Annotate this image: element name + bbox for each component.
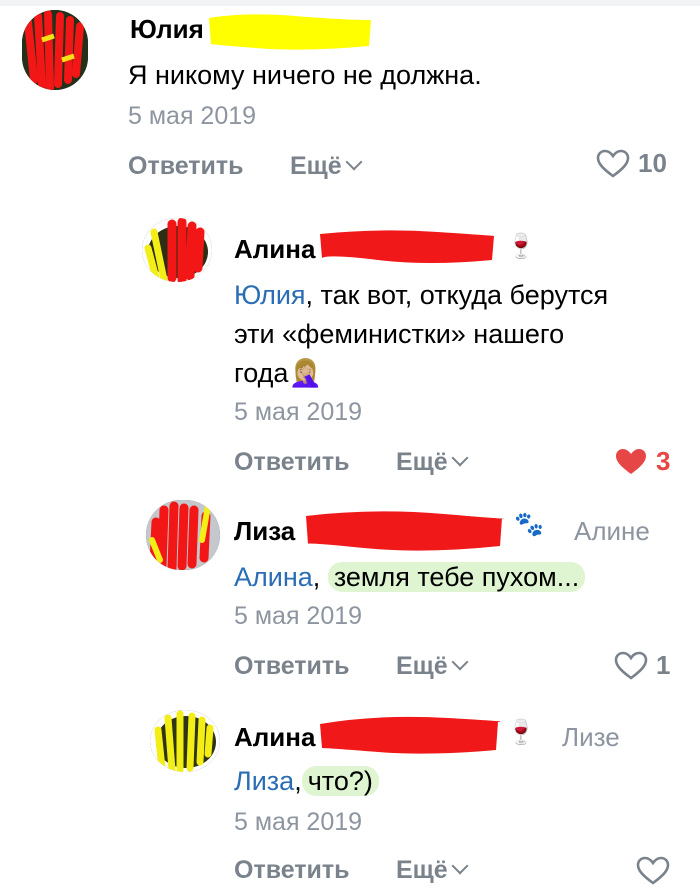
facepalm-emoji: 🤦🏼‍♀️ <box>288 358 323 388</box>
like-count: 10 <box>638 148 667 178</box>
more-label: Ещё <box>396 652 448 680</box>
chevron-down-icon <box>451 449 469 467</box>
redaction-yellow <box>209 14 371 50</box>
mention-link[interactable]: Юлия <box>234 280 306 310</box>
text-line: , так вот, откуда берутся <box>305 280 609 310</box>
comment-text: Лиза, что?) <box>234 762 379 801</box>
more-label: Ещё <box>396 448 448 476</box>
avatar[interactable] <box>142 218 212 282</box>
text-line: года <box>234 358 289 388</box>
reply-button[interactable]: Ответить <box>234 448 350 477</box>
avatar-scribble <box>150 710 220 772</box>
highlighted-text: что?) <box>301 766 379 796</box>
avatar[interactable] <box>22 10 88 90</box>
redaction-red <box>320 230 495 263</box>
comment-text: Юлия, так вот, откуда берутся эти «фемин… <box>234 276 608 393</box>
author-name[interactable]: Юлия <box>130 14 204 45</box>
separator: , <box>312 562 321 592</box>
avatar-scribble <box>142 218 212 282</box>
top-divider <box>0 0 700 6</box>
like-button[interactable]: 10 <box>596 148 667 179</box>
wine-glass-icon: 🍷 <box>506 233 536 260</box>
avatar[interactable] <box>146 500 220 570</box>
comment-text: Я никому ничего не должна. <box>128 60 482 90</box>
more-button[interactable]: Ещё <box>396 652 469 681</box>
more-button[interactable]: Ещё <box>396 856 469 885</box>
reply-button[interactable]: Ответить <box>234 856 350 885</box>
heart-outline-icon <box>596 149 630 178</box>
heart-outline-icon <box>636 856 670 885</box>
text-line: эти «феминистки» нашего <box>234 319 565 349</box>
reply-button[interactable]: Ответить <box>128 152 244 181</box>
like-button[interactable]: 3 <box>614 446 670 477</box>
redaction-red <box>306 511 504 551</box>
wine-glass-icon: 🍷 <box>506 719 536 746</box>
comment-date: 5 мая 2019 <box>234 808 363 836</box>
comment-date: 5 мая 2019 <box>234 398 363 426</box>
like-button[interactable] <box>636 856 670 886</box>
comment-date: 5 мая 2019 <box>128 102 257 130</box>
reply-to-label[interactable]: Лизе <box>562 722 620 753</box>
chevron-down-icon <box>451 653 469 671</box>
like-count: 3 <box>656 446 671 476</box>
redaction-red <box>320 716 500 754</box>
heart-outline-icon <box>614 651 648 680</box>
author-name[interactable]: Лиза <box>234 516 295 547</box>
mention-link[interactable]: Алина <box>234 562 313 592</box>
like-button[interactable]: 1 <box>614 650 670 681</box>
more-label: Ещё <box>396 856 448 884</box>
chevron-down-icon <box>345 153 363 171</box>
paw-prints-icon: 🐾 <box>514 511 544 538</box>
author-name[interactable]: Алина <box>234 722 315 753</box>
comment-text: Алина, земля тебе пухом... <box>234 558 586 597</box>
reply-button[interactable]: Ответить <box>234 652 350 681</box>
more-label: Ещё <box>290 152 342 180</box>
more-button[interactable]: Ещё <box>290 152 363 181</box>
avatar-scribble <box>146 500 220 570</box>
comment-date: 5 мая 2019 <box>234 602 363 630</box>
like-count: 1 <box>656 650 671 680</box>
mention-link[interactable]: Лиза <box>234 766 294 796</box>
reply-to-label[interactable]: Алине <box>574 516 650 547</box>
more-button[interactable]: Ещё <box>396 448 469 477</box>
avatar-scribble <box>22 10 88 90</box>
heart-filled-icon <box>616 448 646 474</box>
chevron-down-icon <box>451 857 469 875</box>
highlighted-text: земля тебе пухом... <box>327 562 586 592</box>
separator: , <box>294 766 302 796</box>
author-name[interactable]: Алина <box>234 234 315 265</box>
avatar[interactable] <box>150 710 220 772</box>
